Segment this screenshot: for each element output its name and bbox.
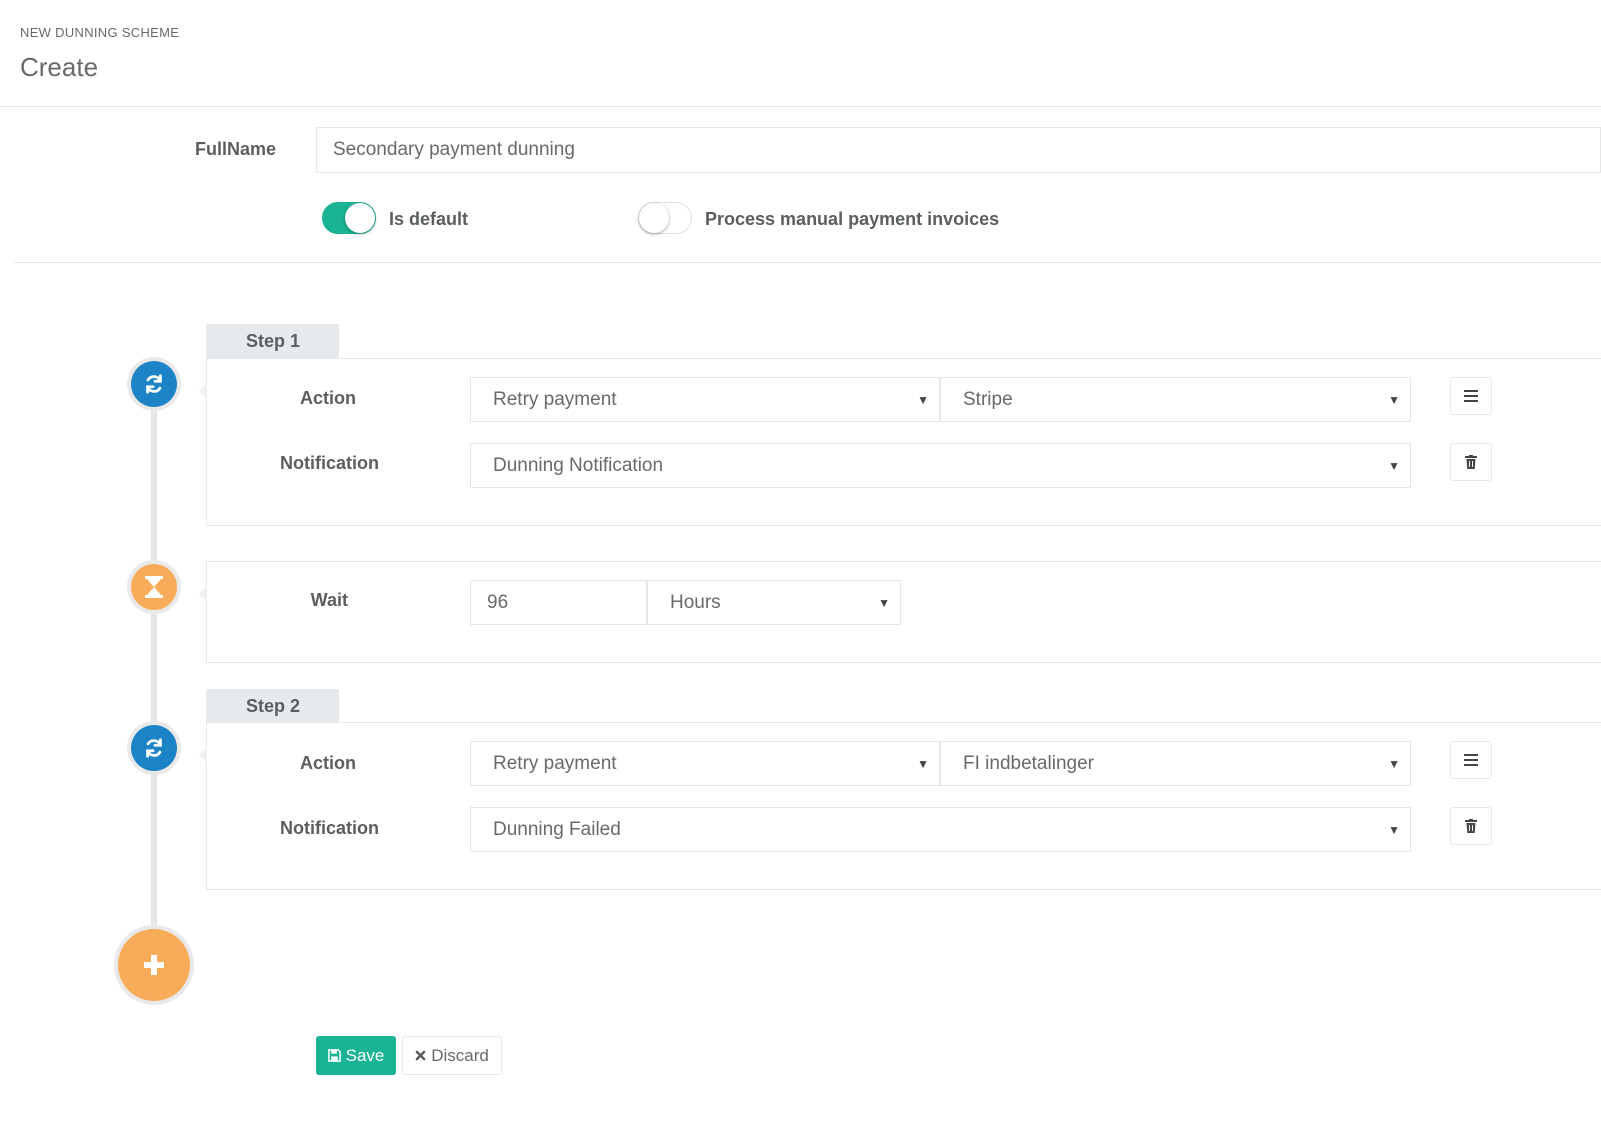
step-2-reorder-button[interactable] [1450,741,1492,779]
select-value: Stripe [963,388,1013,410]
save-button[interactable]: Save [316,1036,396,1075]
floppy-icon [327,1049,341,1062]
select-value: FI indbetalinger [963,752,1094,774]
close-icon [415,1050,426,1061]
wait-amount-input[interactable]: 96 [470,580,647,625]
is-default-label: Is default [389,209,469,229]
discard-button[interactable]: Discard [402,1036,502,1075]
toggle-knob [345,203,375,233]
step-2-action-select[interactable]: Retry payment ▼ [470,741,940,786]
step-1-reorder-button[interactable] [1450,377,1492,415]
discard-label: Discard [431,1045,489,1065]
wait-panel [199,561,1601,663]
add-step-button[interactable] [118,929,190,1001]
notification-label: Notification [280,818,379,838]
chevron-down-icon: ▼ [917,392,929,407]
timeline-line [151,384,157,964]
panel-arrow [199,586,207,602]
page-kicker: NEW DUNNING SCHEME [20,25,180,40]
wait-unit-select[interactable]: Hours ▼ [647,580,901,625]
select-value: Dunning Failed [493,818,621,840]
chevron-down-icon: ▼ [917,756,929,771]
refresh-icon [131,725,177,771]
select-value: Retry payment [493,752,617,774]
select-value: Hours [670,591,721,613]
process-manual-label: Process manual payment invoices [705,209,1000,229]
wait-label: Wait [310,590,348,610]
select-value: Dunning Notification [493,454,664,476]
header-divider [0,106,1601,107]
chevron-down-icon: ▼ [1388,392,1400,407]
save-label: Save [345,1045,385,1065]
plus-icon [144,955,164,975]
trash-icon [1465,455,1477,469]
notification-label: Notification [280,453,379,473]
page-title: Create [20,52,99,82]
step-2-tab[interactable]: Step 2 [206,689,339,724]
action-label: Action [300,753,356,773]
process-manual-toggle[interactable] [638,202,692,234]
step-1-tab[interactable]: Step 1 [206,324,339,359]
hourglass-icon [131,564,177,610]
step-1-notification-select[interactable]: Dunning Notification ▼ [470,443,1411,488]
menu-icon [1464,390,1478,402]
panel-arrow [199,383,207,399]
step-2-notification-select[interactable]: Dunning Failed ▼ [470,807,1411,852]
select-value: Retry payment [493,388,617,410]
fullname-input[interactable]: Secondary payment dunning [316,127,1601,173]
step-1-action-select[interactable]: Retry payment ▼ [470,377,940,422]
chevron-down-icon: ▼ [1388,756,1400,771]
action-label: Action [300,388,356,408]
toggle-knob [639,203,669,233]
panel-arrow [199,747,207,763]
is-default-toggle[interactable] [322,202,376,234]
menu-icon [1464,754,1478,766]
fullname-label: FullName [194,139,276,159]
refresh-icon [131,361,177,407]
chevron-down-icon: ▼ [1388,822,1400,837]
section-divider [14,262,1601,263]
step-1-gateway-select[interactable]: Stripe ▼ [940,377,1411,422]
chevron-down-icon: ▼ [1388,458,1400,473]
step-1-delete-button[interactable] [1450,443,1492,481]
trash-icon [1465,819,1477,833]
chevron-down-icon: ▼ [878,595,890,610]
step-2-delete-button[interactable] [1450,807,1492,845]
step-2-gateway-select[interactable]: FI indbetalinger ▼ [940,741,1411,786]
